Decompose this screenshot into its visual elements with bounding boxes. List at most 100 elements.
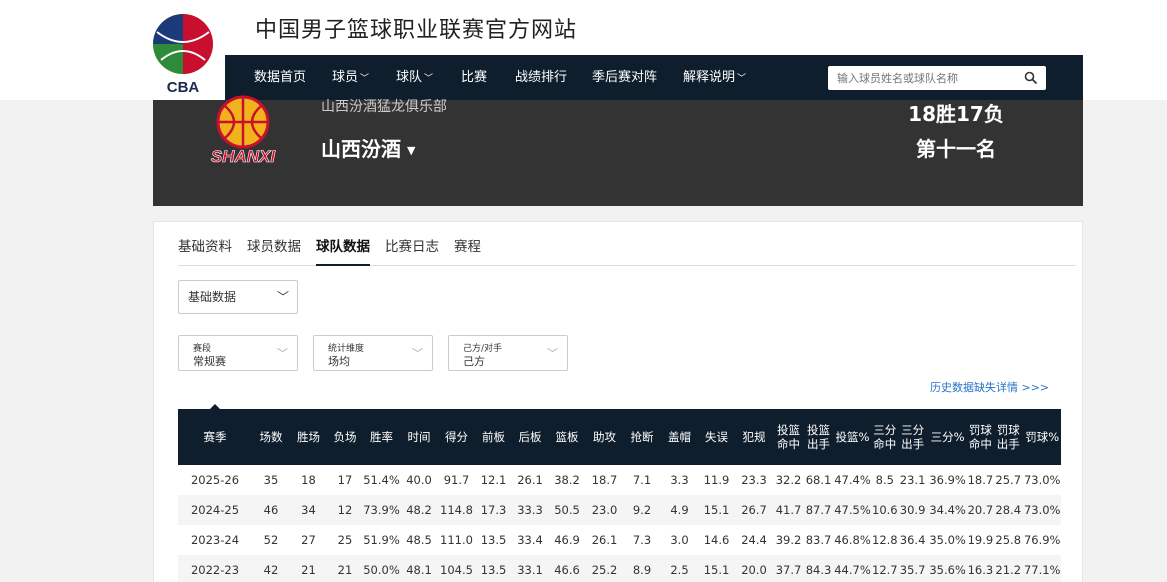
team-selector[interactable]: 山西汾酒 ▼: [321, 133, 415, 162]
table-cell: 11.9: [703, 473, 730, 487]
table-cell: 2022-23: [178, 555, 252, 582]
filter-value: 己方: [463, 355, 485, 368]
table-cell: 26.1: [517, 473, 543, 487]
history-data-link[interactable]: 历史数据缺失详情 >>>: [930, 379, 1049, 395]
table-cell: 46.6: [548, 555, 586, 582]
table-cell: 50.5: [548, 495, 586, 525]
table-cell: 68.1: [805, 473, 832, 487]
table-cell: 12.7: [872, 555, 898, 582]
column-header[interactable]: 投篮出手: [804, 409, 833, 465]
tab-bar: 基础资料 球员数据 球队数据 比赛日志 赛程: [178, 238, 1076, 266]
table-cell: 48.1: [400, 555, 438, 582]
table-cell: 12.1: [480, 473, 507, 487]
column-header[interactable]: 胜场: [290, 409, 327, 465]
club-name: 山西汾酒猛龙俱乐部: [321, 99, 447, 115]
column-header[interactable]: 罚球出手: [993, 409, 1024, 465]
table-cell: 41.7: [773, 495, 804, 525]
column-header[interactable]: 负场: [327, 409, 363, 465]
nav-item-games[interactable]: 比赛: [461, 55, 487, 100]
table-cell: 14.6: [703, 533, 730, 547]
stat-type-value: 基础数据: [188, 290, 237, 304]
column-header[interactable]: 三分命中: [872, 409, 898, 465]
cba-logo[interactable]: CBA: [151, 12, 215, 96]
table-cell: 13.5: [480, 533, 507, 547]
side-select[interactable]: 己方/对手 己方 ﹀: [448, 335, 568, 371]
column-header[interactable]: 篮板: [548, 409, 586, 465]
table-cell: 36.4: [899, 533, 926, 547]
team-name: 山西汾酒: [321, 137, 401, 161]
column-header[interactable]: 盖帽: [661, 409, 698, 465]
nav-item-playoffs[interactable]: 季后赛对阵: [592, 55, 657, 100]
nav-item-standings[interactable]: 战绩排行: [515, 55, 567, 100]
tab-schedule[interactable]: 赛程: [454, 238, 481, 266]
column-header[interactable]: 投篮命中: [773, 409, 804, 465]
table-cell: 25.7: [995, 473, 1022, 487]
table-cell: 9.2: [623, 495, 661, 525]
search-box: [828, 66, 1046, 90]
table-cell: 20.0: [735, 555, 773, 582]
table-cell: 47.4%: [834, 473, 871, 487]
nav-item-teams[interactable]: 球队 ﹀: [396, 55, 433, 100]
site-title: 中国男子篮球职业联赛官方网站: [255, 18, 578, 43]
tab-basic-info[interactable]: 基础资料: [178, 238, 232, 266]
table-cell: 25.8: [995, 533, 1022, 547]
column-header[interactable]: 得分: [438, 409, 475, 465]
table-cell: 24.4: [741, 533, 767, 547]
search-input[interactable]: [828, 66, 1018, 90]
chevron-down-icon: ﹀: [424, 74, 434, 84]
table-cell: 84.3: [804, 555, 833, 582]
tab-player-stats[interactable]: 球员数据: [247, 238, 301, 266]
table-cell: 17.3: [475, 495, 512, 525]
column-header[interactable]: 前板: [475, 409, 512, 465]
tab-game-log[interactable]: 比赛日志: [385, 238, 439, 266]
table-cell: 25: [337, 533, 353, 547]
table-row: 2022-23 42 21 21 50.0% 48.1 104.5 13.5 33.1 46.6 2…: [178, 555, 1062, 582]
chevron-down-icon: ﹀: [277, 347, 288, 360]
column-header[interactable]: 犯规: [735, 409, 773, 465]
table-cell: 73.9%: [363, 495, 400, 525]
table-cell: 46.9: [554, 533, 580, 547]
table-cell: 87.7: [804, 495, 833, 525]
table-cell: 2025-26: [190, 473, 240, 487]
table-cell: 52: [263, 533, 279, 547]
chevron-down-icon: ﹀: [737, 74, 747, 84]
filter-value: 场均: [328, 355, 350, 368]
column-header[interactable]: 后板: [512, 409, 548, 465]
table-cell: 7.1: [632, 473, 652, 487]
column-header[interactable]: 时间: [400, 409, 438, 465]
column-header[interactable]: 罚球命中: [967, 409, 994, 465]
table-cell: 37.7: [773, 555, 804, 582]
column-header[interactable]: 场数: [252, 409, 290, 465]
stat-dimension-select[interactable]: 统计维度 场均 ﹀: [313, 335, 433, 371]
table-cell: 2024-25: [178, 495, 252, 525]
tab-team-stats[interactable]: 球队数据: [316, 238, 370, 266]
table-cell: 47.5%: [833, 495, 872, 525]
table-cell: 8.5: [875, 473, 894, 487]
column-header[interactable]: 罚球%: [1023, 409, 1062, 465]
column-header[interactable]: 三分出手: [897, 409, 928, 465]
stat-type-select[interactable]: 基础数据 ﹀: [178, 280, 298, 314]
main-nav: 数据首页 球员 ﹀ 球队 ﹀ 比赛 战绩排行 季后赛对阵 解释说明 ﹀: [225, 55, 1083, 100]
table-cell: 35.7: [897, 555, 928, 582]
column-header[interactable]: 投篮%: [833, 409, 872, 465]
column-header[interactable]: 失误: [698, 409, 735, 465]
table-cell: 8.9: [623, 555, 661, 582]
table-cell: 73.0%: [1023, 473, 1061, 487]
table-row: 2025-26 35 18 17 51.4% 40.0 91.7 12.1 26.1 38.2 18…: [178, 465, 1061, 495]
table-cell: 44.7%: [833, 555, 872, 582]
table-cell: 46: [252, 495, 290, 525]
column-header[interactable]: 抢断: [623, 409, 661, 465]
table-cell: 21.2: [993, 555, 1024, 582]
search-icon[interactable]: [1024, 71, 1038, 85]
nav-item-glossary[interactable]: 解释说明 ﹀: [683, 55, 746, 100]
column-header[interactable]: 胜率: [363, 409, 400, 465]
table-cell: 40.0: [406, 473, 432, 487]
table-cell: 15.1: [698, 495, 735, 525]
season-phase-select[interactable]: 赛段 常规赛 ﹀: [178, 335, 298, 371]
column-header[interactable]: 赛季: [178, 409, 252, 465]
column-header[interactable]: 助攻: [586, 409, 623, 465]
table-cell: 21: [327, 555, 363, 582]
nav-item-players[interactable]: 球员 ﹀: [332, 55, 369, 100]
table-cell: 3.3: [670, 473, 689, 487]
column-header[interactable]: 三分%: [927, 409, 968, 465]
